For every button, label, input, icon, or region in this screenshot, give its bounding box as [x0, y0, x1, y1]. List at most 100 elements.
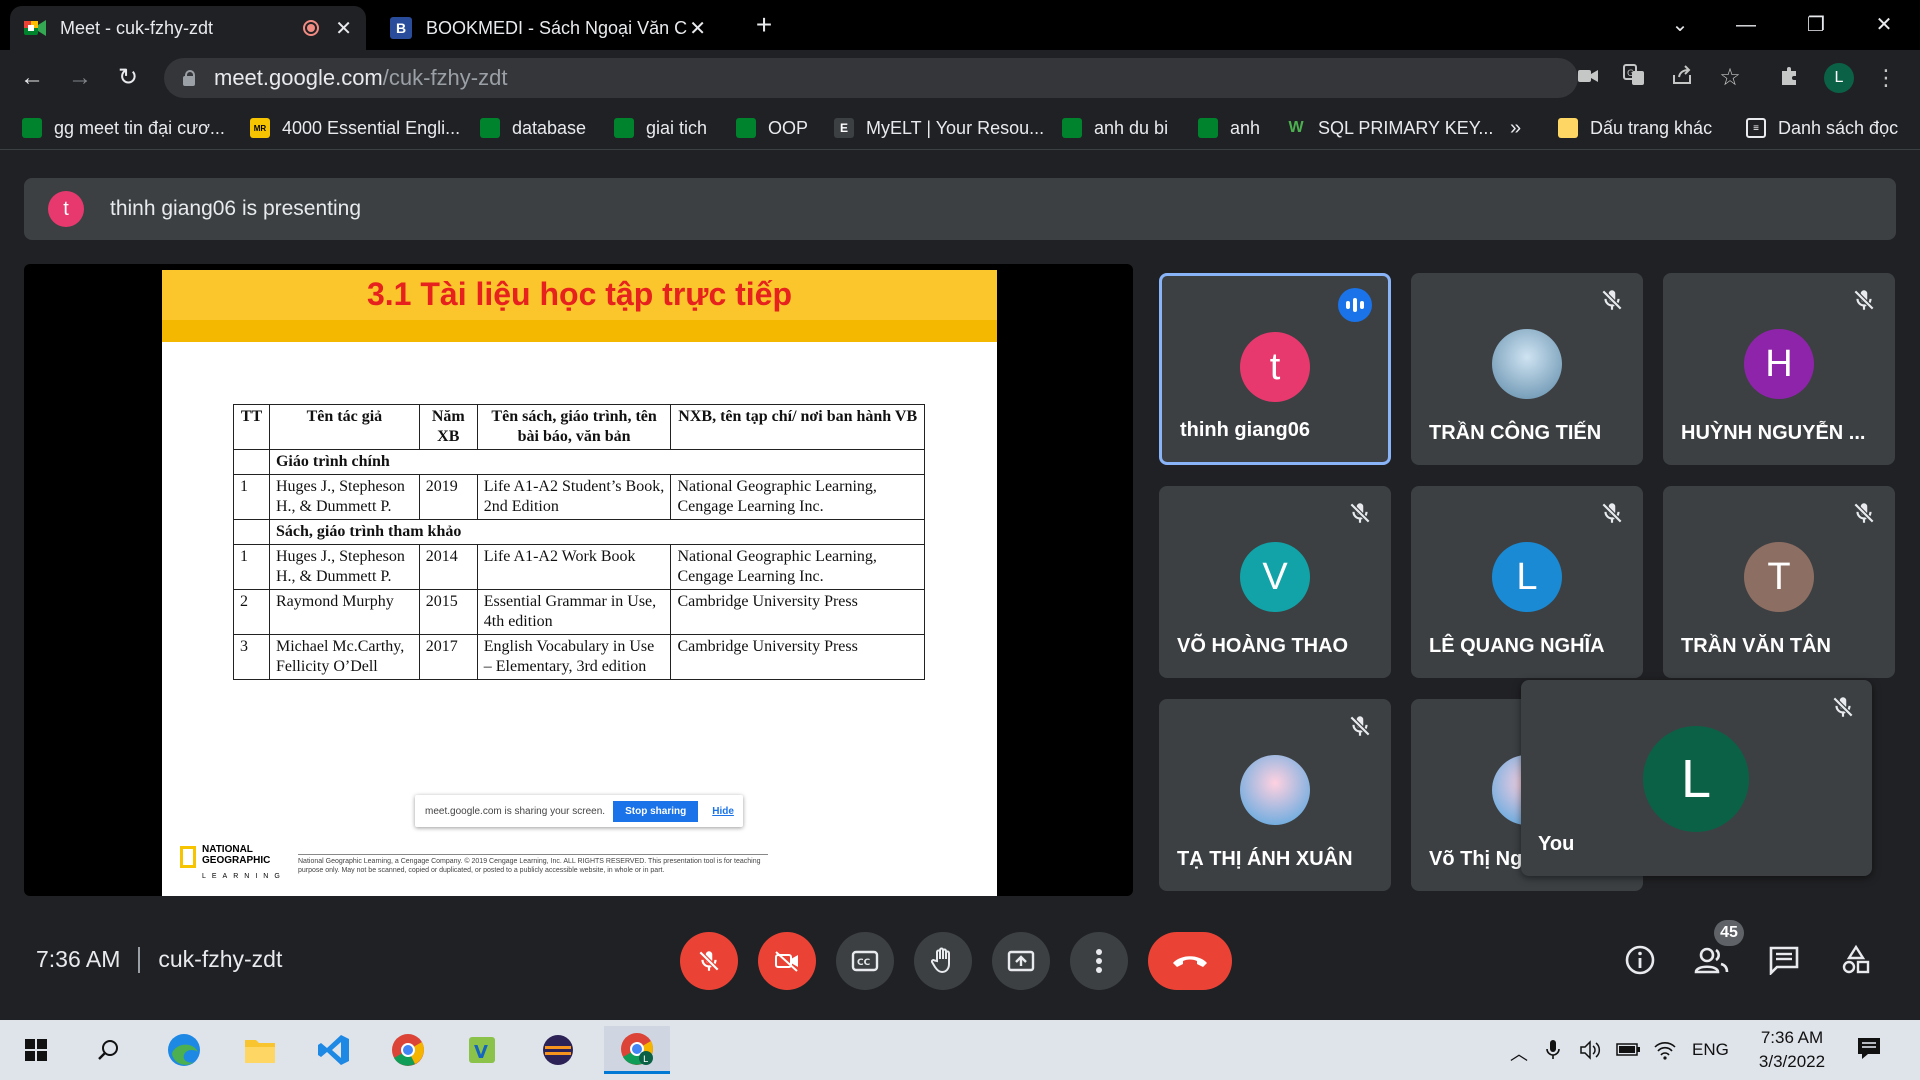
- participant-name: TRẦN CÔNG TIẾN: [1429, 422, 1602, 444]
- bookmark-label: 4000 Essential Engli...: [282, 117, 461, 138]
- battery-icon[interactable]: [1616, 1040, 1642, 1063]
- slide-title: 3.1 Tài liệu học tập trực tiếp: [366, 276, 793, 312]
- participant-tile[interactable]: TẠ THỊ ÁNH XUÂN: [1159, 699, 1391, 891]
- presentation-stage[interactable]: 3.1 Tài liệu học tập trực tiếp TT Tên tá…: [24, 264, 1133, 896]
- more-options-button[interactable]: [1070, 932, 1128, 990]
- file-explorer-icon[interactable]: [240, 1030, 280, 1070]
- tab-meet[interactable]: Meet - cuk-fzhy-zdt ✕: [10, 6, 366, 50]
- bookmark-label: MyELT | Your Resou...: [866, 117, 1045, 138]
- table-cell: Raymond Murphy: [268, 589, 420, 635]
- restore-icon[interactable]: ❐: [1786, 8, 1846, 42]
- bookmark-item[interactable]: gg meet tin đại cươ...: [22, 114, 225, 142]
- translate-icon[interactable]: G: [1620, 64, 1648, 92]
- table-cell: 2: [233, 589, 270, 635]
- bookmarks-overflow-button[interactable]: »: [1510, 114, 1521, 142]
- people-button[interactable]: [1692, 940, 1732, 980]
- forward-icon[interactable]: →: [64, 62, 96, 94]
- table-section: Sách, giáo trình tham khảo: [268, 519, 926, 545]
- reload-icon[interactable]: ↻: [112, 62, 144, 94]
- bookmark-item[interactable]: giai tich: [614, 114, 707, 142]
- participant-avatar: L: [1492, 542, 1562, 612]
- input-language[interactable]: ENG: [1692, 1040, 1729, 1060]
- google-meet-icon: [1198, 118, 1218, 138]
- back-icon[interactable]: ←: [16, 62, 48, 94]
- slide-footer: National Geographic Learning, a Cengage …: [298, 854, 768, 875]
- participant-tile[interactable]: T TRẦN VĂN TÂN: [1663, 486, 1895, 678]
- share-icon[interactable]: [1668, 64, 1696, 92]
- bookmark-item[interactable]: MR 4000 Essential Engli...: [250, 114, 460, 142]
- logo-text: NATIONAL: [202, 844, 253, 855]
- captions-button[interactable]: CC: [836, 932, 894, 990]
- system-clock[interactable]: 7:36 AM 3/3/2022: [1752, 1026, 1832, 1074]
- extensions-icon[interactable]: [1776, 64, 1804, 92]
- windows-start-icon[interactable]: [16, 1030, 56, 1070]
- table-cell: Cambridge University Press: [670, 634, 925, 680]
- browser-toolbar: ← → ↻ meet.google.com /cuk-fzhy-zdt G ☆ …: [0, 50, 1920, 106]
- present-now-button[interactable]: [992, 932, 1050, 990]
- microphone-toggle-button[interactable]: [680, 932, 738, 990]
- table-row: 2 Raymond Murphy 2015 Essential Grammar …: [233, 589, 925, 635]
- tab-title: Meet - cuk-fzhy-zdt: [60, 17, 214, 38]
- google-meet-icon: [614, 118, 634, 138]
- participant-tile[interactable]: H HUỲNH NGUYỄN ...: [1663, 273, 1895, 465]
- vscode-icon[interactable]: [314, 1030, 354, 1070]
- activities-button[interactable]: [1836, 940, 1876, 980]
- bookmark-item[interactable]: E MyELT | Your Resou...: [834, 114, 1044, 142]
- wifi-icon[interactable]: [1654, 1040, 1676, 1065]
- google-meet-icon: [24, 17, 46, 39]
- reference-table: TT Tên tác giả Năm XB Tên sách, giáo trì…: [233, 404, 926, 680]
- stop-sharing-button[interactable]: Stop sharing: [613, 800, 699, 822]
- bookmedi-icon: B: [390, 17, 412, 39]
- profile-avatar[interactable]: L: [1824, 63, 1854, 93]
- bookmark-item[interactable]: anh du bi: [1062, 114, 1168, 142]
- bookmark-label: Dấu trang khác: [1590, 117, 1713, 138]
- presenting-banner: t thinh giang06 is presenting: [24, 178, 1896, 240]
- search-icon[interactable]: [88, 1030, 128, 1070]
- bookmark-item[interactable]: anh: [1198, 114, 1260, 142]
- table-cell: National Geographic Learning, Cengage Le…: [670, 474, 925, 520]
- chrome-icon[interactable]: [388, 1030, 428, 1070]
- chrome-menu-icon[interactable]: ⋮: [1872, 64, 1900, 92]
- chat-button[interactable]: [1764, 940, 1804, 980]
- eclipse-icon[interactable]: [538, 1030, 578, 1070]
- clock-date: 3/3/2022: [1758, 1052, 1826, 1071]
- bookmark-item[interactable]: W SQL PRIMARY KEY...: [1286, 114, 1493, 142]
- close-tab-icon[interactable]: ✕: [335, 16, 352, 41]
- close-window-icon[interactable]: ✕: [1854, 8, 1914, 42]
- meeting-details-button[interactable]: [1620, 940, 1660, 980]
- bookmark-item[interactable]: database: [480, 114, 586, 142]
- participant-tile[interactable]: L LÊ QUANG NGHĨA: [1411, 486, 1643, 678]
- new-tab-button[interactable]: +: [734, 8, 794, 42]
- minimize-icon[interactable]: —: [1716, 8, 1776, 42]
- lock-icon[interactable]: [182, 70, 196, 86]
- participant-tile[interactable]: TRẦN CÔNG TIẾN: [1411, 273, 1643, 465]
- microphone-tray-icon[interactable]: [1546, 1040, 1560, 1065]
- reading-list[interactable]: ≡ Danh sách đọc: [1746, 114, 1898, 142]
- raise-hand-button[interactable]: [914, 932, 972, 990]
- edge-icon[interactable]: [164, 1030, 204, 1070]
- leave-call-button[interactable]: [1148, 932, 1232, 990]
- close-tab-icon[interactable]: ✕: [689, 16, 706, 41]
- speaking-indicator-icon: [1338, 288, 1372, 322]
- participant-tile[interactable]: V VÕ HOÀNG THAO: [1159, 486, 1391, 678]
- other-bookmarks[interactable]: Dấu trang khác: [1558, 114, 1712, 142]
- camera-toggle-button[interactable]: [758, 932, 816, 990]
- url-host: meet.google.com: [214, 65, 383, 90]
- address-bar[interactable]: meet.google.com /cuk-fzhy-zdt: [164, 58, 1578, 98]
- volume-icon[interactable]: [1580, 1040, 1602, 1065]
- bookmark-star-icon[interactable]: ☆: [1716, 64, 1744, 92]
- tab-bookmedi[interactable]: B BOOKMEDI - Sách Ngoại Văn Chí ✕: [376, 6, 720, 50]
- national-geographic-logo: NATIONAL GEOGRAPHIC LEARNING: [180, 844, 280, 884]
- camera-in-use-icon[interactable]: [1574, 64, 1602, 92]
- bookmark-item[interactable]: OOP: [736, 114, 808, 142]
- self-view-tile[interactable]: L You: [1521, 680, 1872, 876]
- camera-off-icon: [775, 951, 798, 972]
- hide-notice-link[interactable]: Hide: [712, 806, 734, 817]
- tab-search-icon[interactable]: ⌄: [1650, 8, 1710, 42]
- show-hidden-icons[interactable]: ︿: [1510, 1040, 1528, 1066]
- unikey-icon[interactable]: V: [462, 1030, 502, 1070]
- notifications-icon[interactable]: [1856, 1036, 1882, 1065]
- chrome-active-window[interactable]: L: [604, 1026, 670, 1074]
- participant-tile[interactable]: t thinh giang06: [1159, 273, 1391, 465]
- table-cell: 2019: [418, 474, 478, 520]
